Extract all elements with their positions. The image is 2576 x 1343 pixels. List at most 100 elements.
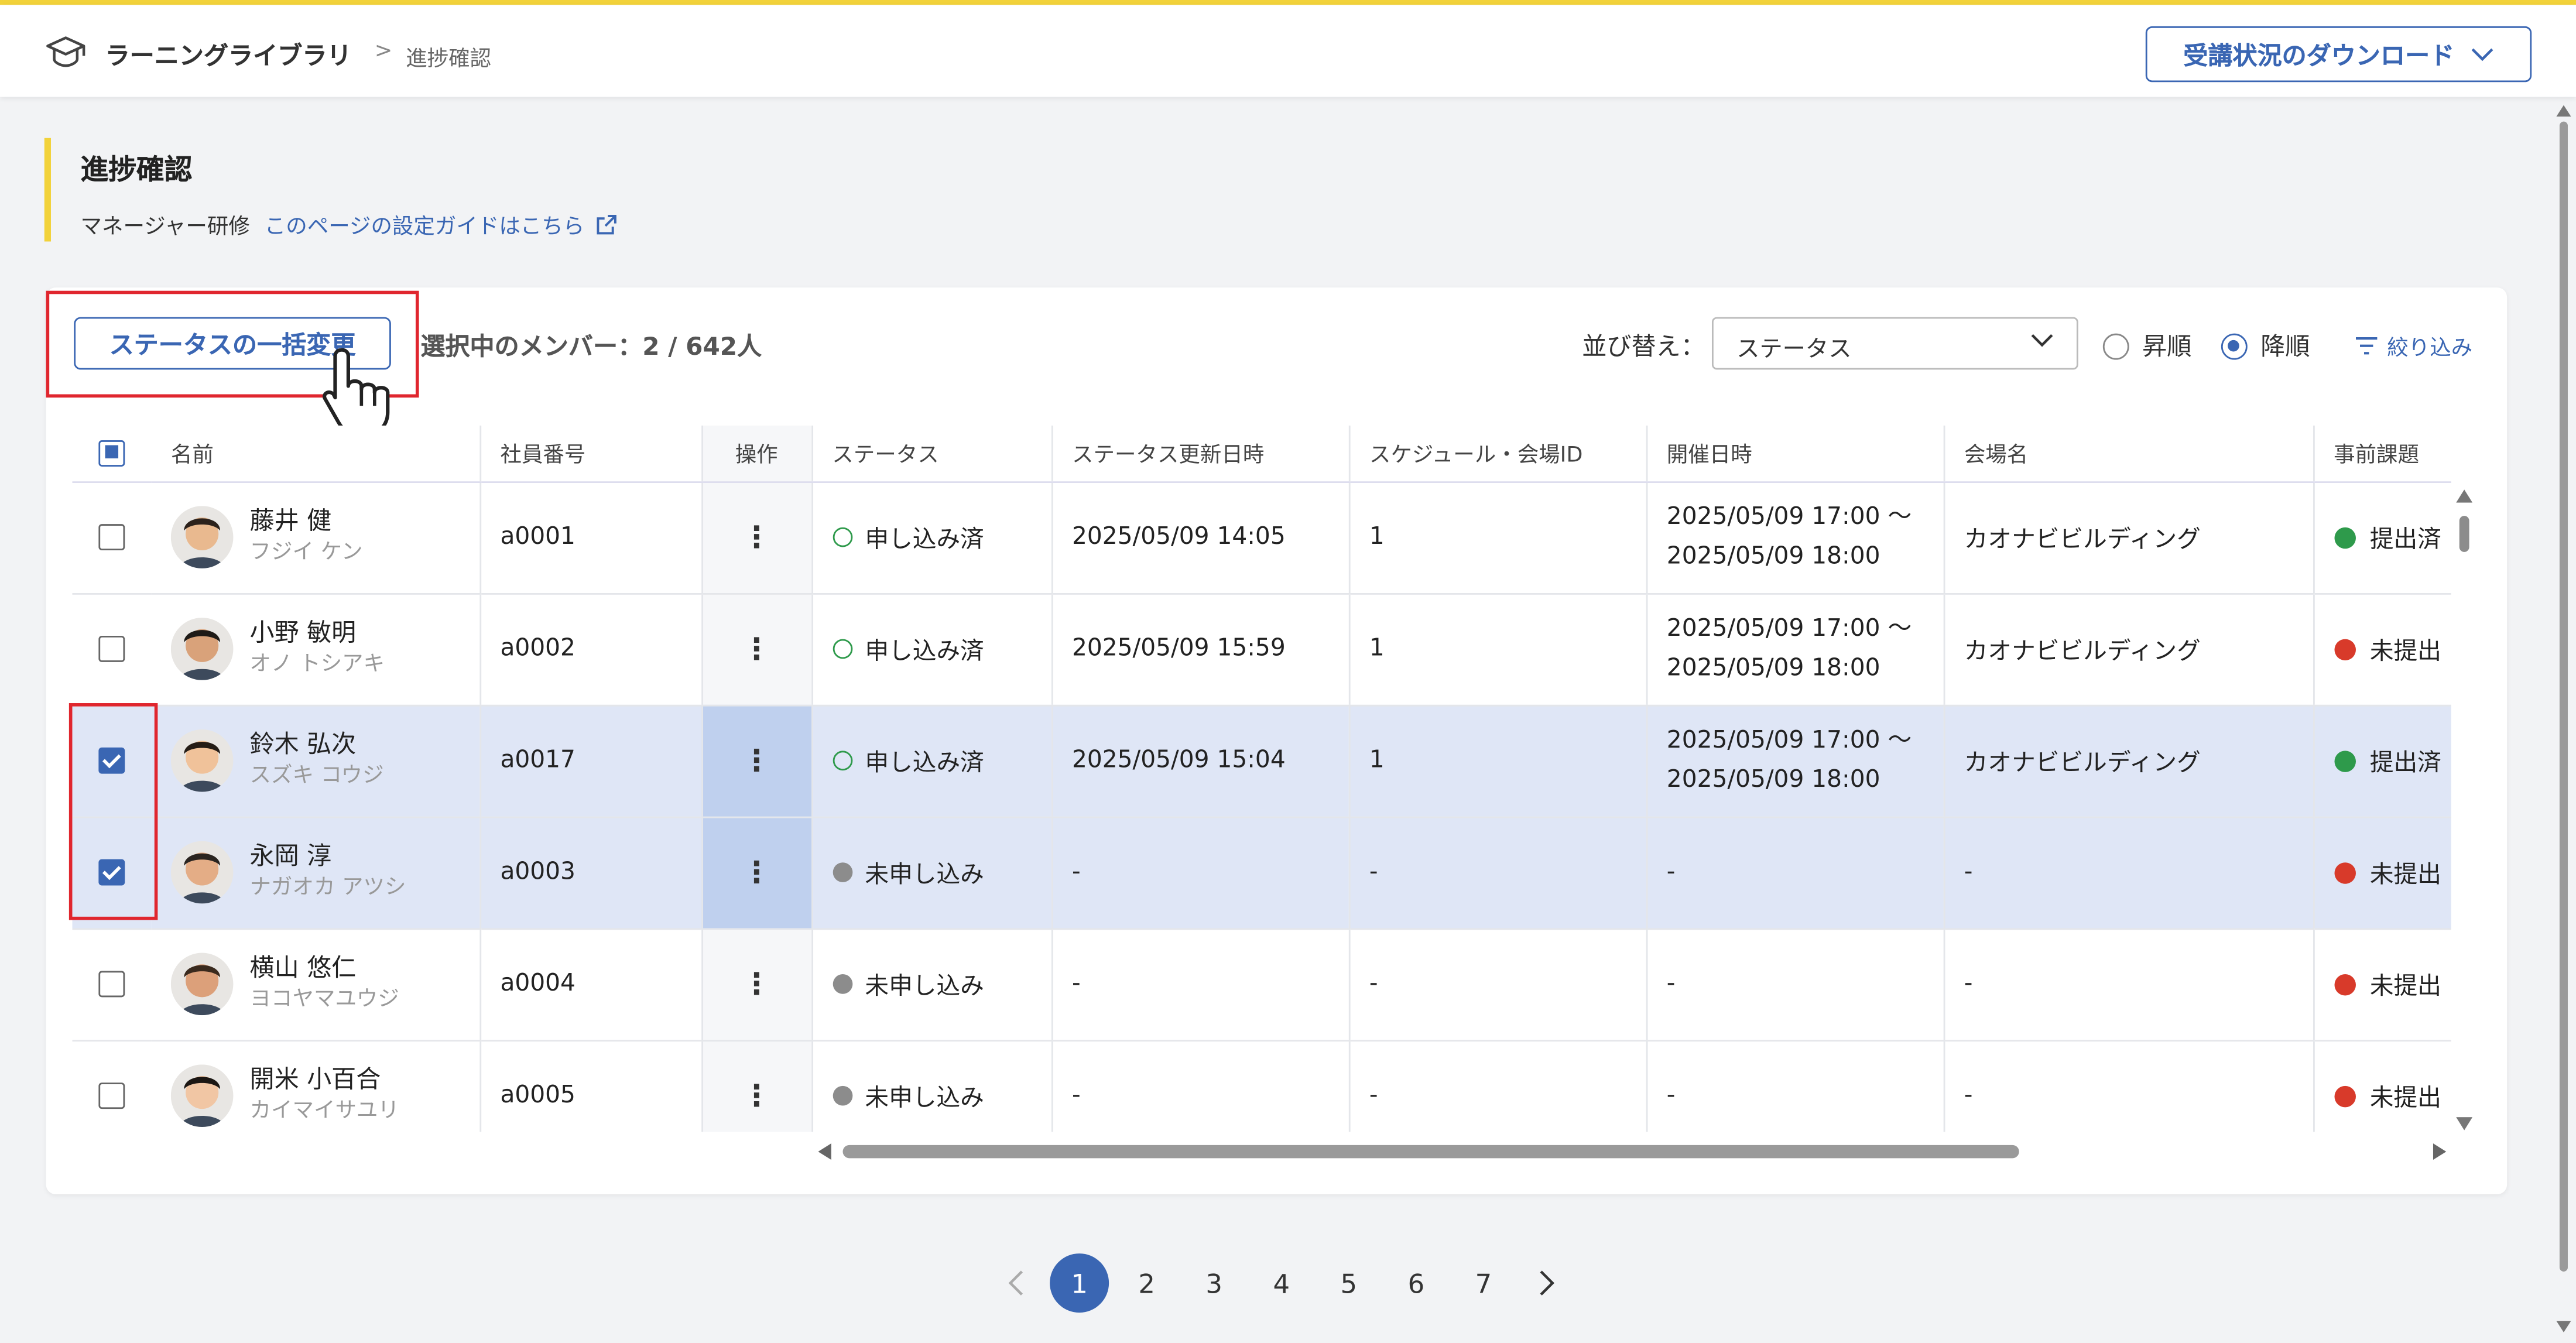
employee-no-cell: a0017 (478, 704, 702, 818)
status-cell: 申し込み済 (810, 704, 1051, 818)
select-all-checkbox[interactable] (98, 440, 125, 467)
table-row[interactable]: 鈴木 弘次 スズキ コウジ a0017 ⋮ 申し込み済 2025/05/09 15:04 1… (72, 704, 2451, 818)
radio-button[interactable] (2102, 333, 2129, 359)
row-select-cell[interactable] (72, 593, 152, 706)
member-name-kana: スズキ コウジ (249, 763, 384, 789)
external-link-icon (596, 214, 616, 234)
sort-select[interactable]: ステータス (1711, 317, 2078, 370)
schedule-id-cell: - (1348, 1040, 1646, 1132)
table-row[interactable]: 開米 小百合 カイマイサユリ a0005 ⋮ 未申し込み - - - - 未提出 (72, 1040, 2451, 1132)
datetime-value: - (1666, 859, 1676, 886)
table-row[interactable]: 藤井 健フジイ ケン a0001 ⋮ 申し込み済 2025/05/09 14:05 1 20… (72, 481, 2451, 594)
row-checkbox[interactable] (98, 635, 125, 662)
assignment-status-dot (2334, 973, 2355, 995)
prev-page-icon[interactable] (1007, 1270, 1027, 1296)
title-accent-bar (44, 138, 51, 242)
row-menu-cell[interactable]: ⋮ (700, 593, 812, 706)
row-checkbox[interactable] (98, 971, 125, 998)
select-all-cell[interactable] (72, 425, 152, 482)
datetime-cell: 2025/05/09 17:00 〜 2025/05/09 18:00 (1645, 481, 1944, 594)
page-scroll-thumb[interactable] (2559, 121, 2568, 1272)
table-scroll-thumb[interactable] (2459, 516, 2469, 552)
row-select-cell[interactable] (72, 481, 152, 594)
table-row[interactable]: 永岡 淳ナガオカ アツシ a0003 ⋮ 未申し込み - - - - 未提出 (72, 816, 2451, 929)
radio-button[interactable] (2221, 333, 2248, 359)
column-header-datetime[interactable]: 開催日時 (1645, 425, 1944, 482)
row-menu-cell[interactable]: ⋮ (700, 481, 812, 594)
scroll-left-icon[interactable] (818, 1143, 831, 1160)
column-header-employee-no[interactable]: 社員番号 (478, 425, 702, 482)
breadcrumb-separator: > (374, 39, 393, 64)
page-7-button[interactable]: 7 (1454, 1253, 1513, 1313)
member-name-cell: 小野 敏明 オノ トシアキ (151, 593, 480, 706)
sort-label: 並び替え： (1582, 331, 1705, 362)
scroll-right-icon[interactable] (2433, 1143, 2447, 1160)
sort-ascending-radio[interactable]: 昇順 (2102, 328, 2192, 363)
page-4-button[interactable]: 4 (1252, 1253, 1311, 1313)
more-vertical-icon[interactable]: ⋮ (742, 967, 772, 1001)
breadcrumb-root[interactable]: ラーニングライブラリ (105, 38, 352, 73)
page-3-button[interactable]: 3 (1184, 1253, 1244, 1313)
filter-button[interactable]: 絞り込み (2355, 330, 2472, 361)
download-status-button[interactable]: 受講状況のダウンロード (2145, 26, 2532, 83)
page-6-button[interactable]: 6 (1386, 1253, 1445, 1313)
page-5-button[interactable]: 5 (1319, 1253, 1378, 1313)
column-header-status[interactable]: ステータス (810, 425, 1051, 482)
page-2-button[interactable]: 2 (1117, 1253, 1176, 1313)
status-updated-cell: 2025/05/09 15:04 (1050, 704, 1349, 818)
row-select-cell[interactable] (72, 928, 152, 1041)
page-1-button[interactable]: 1 (1050, 1253, 1109, 1313)
row-menu-cell[interactable]: ⋮ (700, 1040, 812, 1132)
column-header-status-updated[interactable]: ステータス更新日時 (1050, 425, 1349, 482)
assignment-status-dot (2334, 1085, 2355, 1106)
more-vertical-icon[interactable]: ⋮ (742, 632, 772, 666)
status-cell: 未申し込み (810, 1040, 1051, 1132)
member-name-kana: オノ トシアキ (249, 652, 385, 677)
table-row[interactable]: 横山 悠仁 ヨコヤマユウジ a0004 ⋮ 未申し込み - - - - 未提出 (72, 928, 2451, 1041)
radio-label-asc: 昇順 (2142, 331, 2192, 362)
column-header-venue[interactable]: 会場名 (1943, 425, 2314, 482)
avatar (170, 1064, 234, 1127)
column-header-schedule-id[interactable]: スケジュール・会場ID (1348, 425, 1646, 482)
app-header: ラーニングライブラリ > 進捗確認 受講状況のダウンロード (0, 5, 2576, 97)
table-row[interactable]: 小野 敏明 オノ トシアキ a0002 ⋮ 申し込み済 2025/05/09 15:59 1… (72, 593, 2451, 706)
sort-select-value: ステータス (1736, 337, 1852, 364)
datetime-value: - (1666, 971, 1676, 998)
column-header-name[interactable]: 名前 (151, 425, 480, 482)
table-horizontal-scrollbar[interactable] (817, 1140, 2450, 1163)
more-vertical-icon[interactable]: ⋮ (742, 520, 772, 554)
status-not-applied-icon (832, 974, 852, 994)
scroll-down-icon[interactable] (2556, 1321, 2571, 1332)
row-checkbox[interactable] (98, 1082, 125, 1109)
venue-cell: - (1943, 928, 2314, 1041)
row-menu-cell[interactable]: ⋮ (700, 816, 812, 929)
table-scroll-up-icon[interactable] (2456, 489, 2473, 503)
avatar (170, 729, 234, 792)
sort-descending-radio[interactable]: 降順 (2221, 328, 2310, 363)
more-vertical-icon[interactable]: ⋮ (742, 744, 772, 778)
row-select-cell[interactable] (72, 1040, 152, 1132)
next-page-icon[interactable] (1536, 1270, 1556, 1296)
datetime-from: 2025/05/09 17:00 〜 (1666, 616, 1912, 643)
table-scroll-down-icon[interactable] (2456, 1117, 2473, 1130)
member-name: 開米 小百合 (249, 1064, 381, 1094)
employee-no-cell: a0003 (478, 816, 702, 929)
column-header-pre-assignment[interactable]: 事前課題 (2312, 425, 2451, 482)
table-vertical-scrollbar[interactable] (2454, 487, 2474, 1130)
row-checkbox[interactable] (98, 524, 125, 551)
horizontal-scroll-thumb[interactable] (842, 1145, 2019, 1159)
row-menu-cell[interactable]: ⋮ (700, 928, 812, 1041)
member-name-kana: カイマイサユリ (249, 1099, 399, 1124)
schedule-id-cell: 1 (1348, 593, 1646, 706)
settings-guide-link[interactable]: このページの設定ガイドはこちら (265, 208, 618, 240)
more-vertical-icon[interactable]: ⋮ (742, 1078, 772, 1113)
scroll-up-icon[interactable] (2556, 105, 2571, 117)
row-menu-cell[interactable]: ⋮ (700, 704, 812, 818)
member-name: 鈴木 弘次 (249, 729, 357, 759)
status-label: 申し込み済 (865, 638, 984, 665)
schedule-id-cell: - (1348, 816, 1646, 929)
member-name: 藤井 健 (249, 506, 332, 536)
assignment-status-label: 未提出 (2369, 1085, 2441, 1112)
more-vertical-icon[interactable]: ⋮ (742, 855, 772, 890)
page-scrollbar[interactable] (2556, 98, 2571, 1342)
